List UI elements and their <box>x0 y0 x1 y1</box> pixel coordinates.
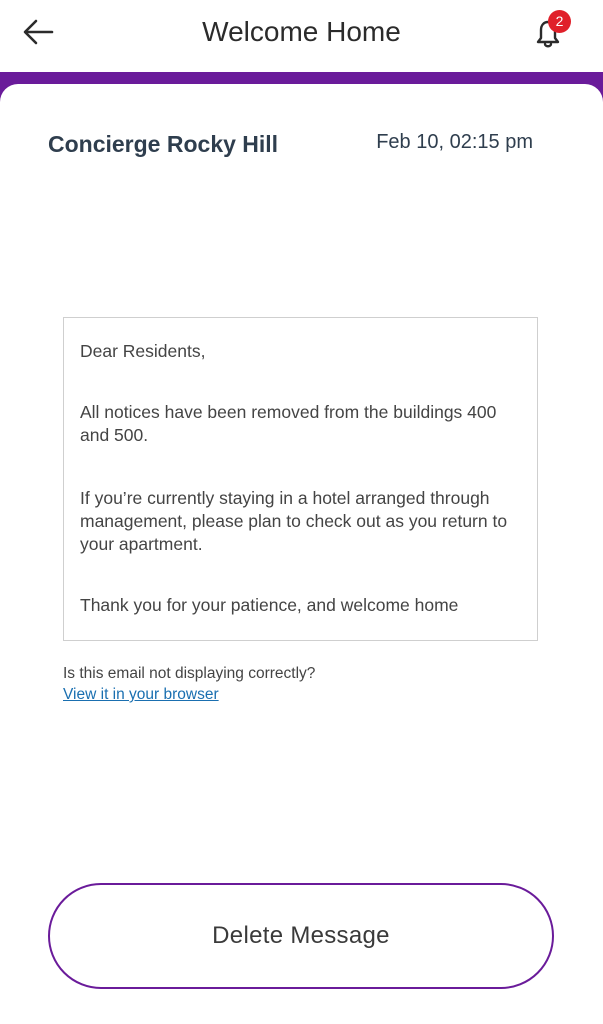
email-paragraph: All notices have been removed from the b… <box>80 402 497 445</box>
email-closing: Thank you for your patience, and welcome… <box>80 595 459 615</box>
page-title: Welcome Home <box>202 16 401 47</box>
view-in-browser-link[interactable]: View it in your browser <box>63 686 219 704</box>
email-greeting: Dear Residents, <box>80 341 206 361</box>
message-timestamp: Feb 10, 02:15 pm <box>376 131 533 153</box>
delete-message-label: Delete Message <box>212 922 390 949</box>
notification-count-badge: 2 <box>548 10 571 33</box>
delete-message-button[interactable]: Delete Message <box>48 883 554 989</box>
app-bar: Welcome Home 2 <box>0 0 603 72</box>
email-body: Dear Residents, All notices have been re… <box>63 317 538 641</box>
email-paragraph: If you’re currently staying in a hotel a… <box>80 488 508 554</box>
display-notice-text: Is this email not displaying correctly? <box>63 665 316 682</box>
message-sender: Concierge Rocky Hill <box>48 131 279 157</box>
